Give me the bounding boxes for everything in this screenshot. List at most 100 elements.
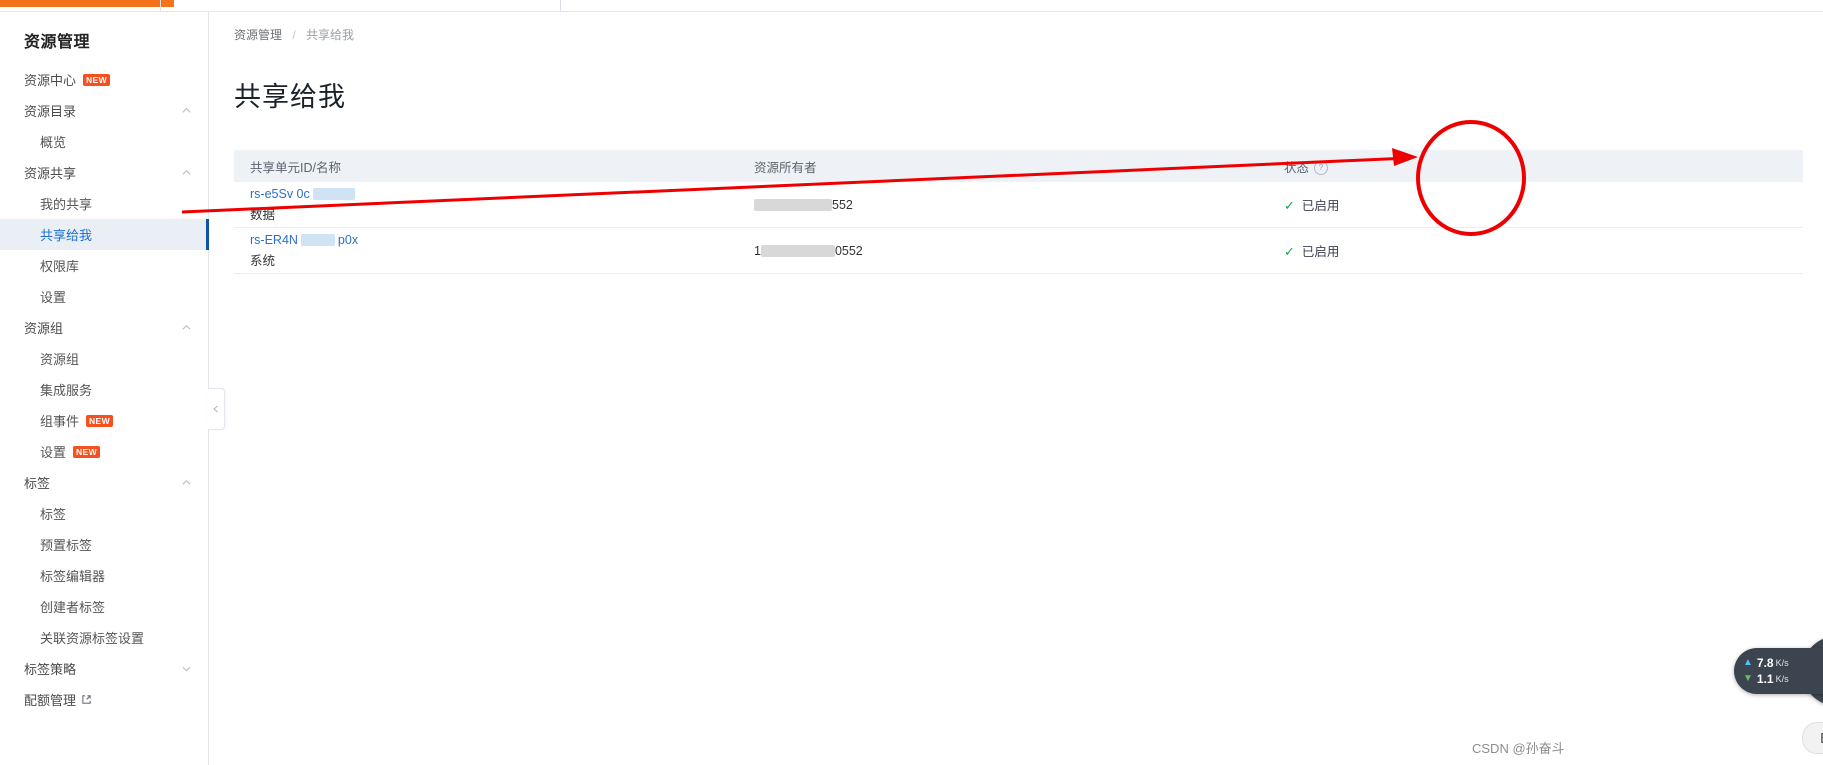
table-header-resource-owner: 资源所有者 — [754, 160, 817, 175]
edge-floating-chip[interactable]: E — [1802, 722, 1823, 754]
chevron-up-icon[interactable] — [181, 322, 192, 333]
sidebar-item-label: 集成服务 — [40, 383, 93, 398]
sidebar-item-preset-tags[interactable]: 预置标签 — [0, 529, 208, 560]
new-badge: NEW — [83, 73, 111, 86]
sidebar-item-label: 我的共享 — [40, 197, 93, 212]
breadcrumb-parent[interactable]: 资源管理 — [234, 28, 282, 42]
sidebar-item-tag-editor[interactable]: 标签编辑器 — [0, 560, 208, 591]
redacted-owner-block — [760, 245, 835, 258]
arrow-up-icon: ▲ — [1743, 657, 1753, 668]
cell-share-unit: rs-ER4N p0x 系统 — [234, 233, 754, 269]
chevron-down-icon[interactable] — [181, 663, 192, 674]
share-unit-name: 系统 — [250, 253, 276, 268]
share-unit-id[interactable]: rs-e5Sv 0c — [250, 187, 754, 201]
page-title: 共享给我 — [234, 82, 346, 113]
sidebar-item-resource-group-section[interactable]: 资源组 — [0, 312, 208, 343]
sidebar-item-group-settings[interactable]: 设置 NEW — [0, 436, 208, 467]
share-unit-id[interactable]: rs-ER4N p0x — [250, 233, 754, 247]
sidebar-item-label: 标签策略 — [24, 662, 77, 677]
download-speed-unit: K/s — [1775, 674, 1789, 684]
cell-status: ✓ 已启用 — [1284, 241, 1644, 260]
sidebar-item-label: 预置标签 — [40, 538, 93, 553]
chevron-left-icon — [213, 405, 218, 413]
sidebar-item-tags-section[interactable]: 标签 — [0, 467, 208, 498]
table-row[interactable]: rs-e5Sv 0c 数据 552 ✓ 已启用 — [234, 182, 1803, 229]
sidebar-item-label: 配额管理 — [24, 693, 77, 708]
table-row[interactable]: rs-ER4N p0x 系统 1 0552 ✓ 已启用 — [234, 228, 1803, 275]
active-browser-tab-indicator — [0, 0, 174, 7]
sidebar-item-label: 概览 — [40, 135, 67, 150]
sidebar-item-resource-center[interactable]: 资源中心 NEW — [0, 64, 208, 95]
redacted-id-block — [312, 188, 355, 201]
sidebar-item-tag-policy[interactable]: 标签策略 — [0, 653, 208, 684]
sidebar-collapse-handle[interactable] — [208, 388, 225, 430]
sidebar-item-resource-directory[interactable]: 资源目录 — [0, 95, 208, 126]
sidebar-item-label: 设置 — [40, 445, 67, 460]
upload-speed-unit: K/s — [1775, 658, 1789, 668]
upload-speed-value: 7.8 — [1756, 656, 1774, 670]
chevron-up-icon[interactable] — [181, 167, 192, 178]
share-unit-id-text[interactable]: rs-ER4N — [250, 233, 298, 247]
sidebar-item-resource-share[interactable]: 资源共享 — [0, 157, 208, 188]
new-badge: NEW — [73, 445, 101, 458]
redacted-id-block — [300, 234, 335, 247]
share-unit-id-suffix[interactable]: p0x — [338, 233, 358, 247]
shared-with-me-table: 共享单元ID/名称 资源所有者 状态? rs-e5Sv 0c 数据 552 ✓ 已… — [234, 150, 1803, 275]
sidebar-item-label: 资源目录 — [24, 104, 77, 119]
sidebar-nav-list: 资源中心 NEW 资源目录 概览 资源共享 我的共享 共享给我 权限库 设置 资源组 资源组 集成服务… — [0, 64, 209, 715]
upload-speed-row: ▲ 7.8 K/s — [1743, 655, 1823, 671]
redacted-owner-block — [754, 199, 832, 212]
status-badge: 已启用 — [1301, 245, 1340, 260]
sidebar-item-group-events[interactable]: 组事件 NEW — [0, 405, 208, 436]
resource-owner-prefix: 1 — [754, 243, 761, 258]
sidebar-item-integration-services[interactable]: 集成服务 — [0, 374, 208, 405]
sidebar-item-label: 创建者标签 — [40, 600, 106, 615]
check-icon: ✓ — [1284, 198, 1295, 214]
share-unit-id-text[interactable]: rs-e5Sv 0c — [250, 187, 310, 201]
sidebar-item-resource-group[interactable]: 资源组 — [0, 343, 208, 374]
sidebar-item-label: 权限库 — [40, 259, 80, 274]
sidebar-item-label: 共享给我 — [40, 228, 93, 243]
cell-share-unit: rs-e5Sv 0c 数据 — [234, 187, 754, 223]
sidebar-item-permission-library[interactable]: 权限库 — [0, 250, 208, 281]
browser-top-strip — [0, 0, 1823, 12]
breadcrumb: 资源管理 / 共享给我 — [210, 12, 1823, 43]
watermark: CSDN @孙奋斗 — [1472, 741, 1565, 756]
sidebar-item-label: 资源中心 — [24, 73, 77, 88]
table-header-status-label: 状态 — [1284, 160, 1310, 175]
sidebar-item-tags[interactable]: 标签 — [0, 498, 208, 529]
sidebar-item-label: 资源组 — [40, 352, 80, 367]
main-content: 资源管理 / 共享给我 共享给我 共享单元ID/名称 资源所有者 状态? rs-… — [210, 12, 1823, 765]
check-icon: ✓ — [1284, 244, 1295, 260]
sidebar-item-overview[interactable]: 概览 — [0, 126, 208, 157]
sidebar-item-label: 资源组 — [24, 321, 64, 336]
arrow-down-icon: ▼ — [1743, 673, 1753, 684]
external-link-icon — [82, 695, 91, 704]
sidebar-item-label: 组事件 — [40, 414, 80, 429]
resource-owner-suffix: 0552 — [834, 243, 863, 258]
sidebar-item-linked-resource-tag-settings[interactable]: 关联资源标签设置 — [0, 622, 208, 653]
sidebar-item-quota-management[interactable]: 配额管理 — [0, 684, 208, 715]
sidebar-item-label: 标签编辑器 — [40, 569, 106, 584]
table-header-row: 共享单元ID/名称 资源所有者 状态? — [234, 150, 1803, 183]
sidebar-item-creator-tags[interactable]: 创建者标签 — [0, 591, 208, 622]
table-header-status: 状态? — [1284, 157, 1644, 176]
sidebar-item-share-settings[interactable]: 设置 — [0, 281, 208, 312]
breadcrumb-current: 共享给我 — [306, 28, 355, 42]
sidebar-brand: 资源管理 — [24, 34, 91, 51]
sidebar-item-label: 关联资源标签设置 — [40, 631, 145, 646]
download-speed-row: ▼ 1.1 K/s — [1743, 671, 1823, 687]
sidebar-item-my-shares[interactable]: 我的共享 — [0, 188, 208, 219]
chevron-up-icon[interactable] — [181, 105, 192, 116]
breadcrumb-separator: / — [292, 28, 296, 42]
help-icon[interactable]: ? — [1314, 161, 1329, 176]
sidebar-item-label: 标签 — [24, 476, 51, 491]
network-speed-widget[interactable]: ▲ 7.8 K/s ▼ 1.1 K/s — [1734, 648, 1823, 694]
cell-resource-owner: 1 0552 — [754, 244, 1284, 258]
table-header-share-unit: 共享单元ID/名称 — [250, 160, 341, 175]
chevron-up-icon[interactable] — [181, 477, 192, 488]
sidebar-item-label: 资源共享 — [24, 166, 77, 181]
sidebar-item-label: 标签 — [40, 507, 67, 522]
sidebar: 资源管理 资源中心 NEW 资源目录 概览 资源共享 我的共享 共享给我 权限库 设置 资源组 资源… — [0, 12, 209, 765]
sidebar-item-shared-with-me[interactable]: 共享给我 — [0, 219, 209, 250]
